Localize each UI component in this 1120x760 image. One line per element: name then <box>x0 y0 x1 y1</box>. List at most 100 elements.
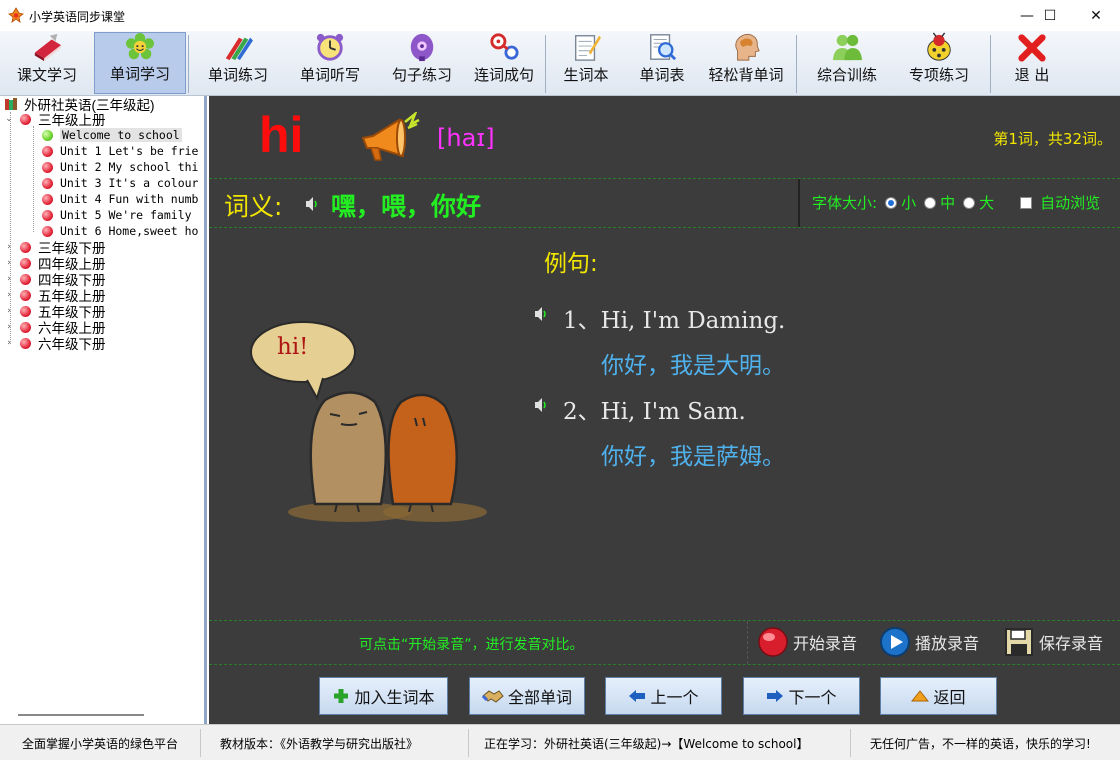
toolbar-label: 单词听写 <box>299 66 360 84</box>
save-recording-button[interactable]: 保存录音 <box>1003 626 1103 658</box>
toolbar-label: 单词学习 <box>109 65 170 83</box>
tree-unit-item[interactable]: Welcome to school <box>42 127 182 143</box>
meaning-text: 嘿，喂，你好 <box>331 192 482 221</box>
chevron-right-icon[interactable]: › <box>4 274 14 284</box>
current-word: hi <box>259 107 304 163</box>
word-illustration: hi! <box>245 314 505 534</box>
radio-small[interactable] <box>885 196 898 209</box>
tree-unit-item[interactable]: Unit 4 Fun with numb <box>42 191 198 207</box>
toolbar-comprehensive-training[interactable]: 综合训练 <box>802 32 892 94</box>
toolbar-special-practice[interactable]: 专项练习 <box>894 32 984 94</box>
chevron-down-icon[interactable]: ⌄ <box>4 114 14 124</box>
tree-unit-label: Unit 1 Let's be frie <box>60 144 199 158</box>
radio-small-label: 小 <box>901 194 917 212</box>
play-recording-button[interactable]: 播放录音 <box>879 626 979 658</box>
tree-unit-item[interactable]: Unit 2 My school thi <box>42 159 198 175</box>
tree-unit-item[interactable]: Unit 3 It's a colour <box>42 175 198 191</box>
people-icon <box>832 34 862 61</box>
radio-icon <box>410 33 434 62</box>
auto-browse-label: 自动浏览 <box>1040 194 1101 212</box>
grade-bullet-icon <box>20 257 31 269</box>
tree-unit-item[interactable]: Unit 5 We're family <box>42 207 192 223</box>
status-edition: 教材版本：《外语教学与研究出版社》 <box>220 737 419 751</box>
tree-guide-line <box>33 126 34 232</box>
flower-icon <box>126 33 154 60</box>
tree-unit-item[interactable]: Unit 1 Let's be frie <box>42 143 198 159</box>
tree-unit-label: Unit 2 My school thi <box>60 160 199 174</box>
toolbar-easy-memorize[interactable]: 轻松背单词 <box>702 32 790 94</box>
example-chinese: 你好，我是萨姆。 <box>601 444 785 470</box>
recording-hint: 可点击“开始录音”，进行发音对比。 <box>359 637 584 653</box>
window-title: 小学英语同步课堂 <box>29 10 126 24</box>
unit-bullet-icon <box>42 145 53 157</box>
tree-unit-label: Unit 4 Fun with numb <box>60 192 199 206</box>
tree-unit-label: Unit 3 It's a colour <box>60 176 199 190</box>
radio-large[interactable] <box>963 196 976 209</box>
arrow-left-icon <box>628 689 646 703</box>
speaker-icon[interactable] <box>534 397 548 413</box>
previous-button[interactable]: 上一个 <box>605 677 722 715</box>
save-recording-label: 保存录音 <box>1039 634 1104 653</box>
horizontal-scrollbar[interactable] <box>18 714 144 716</box>
divider <box>747 621 748 664</box>
all-words-button[interactable]: 全部单词 <box>469 677 585 715</box>
status-bar: 全面掌握小学英语的绿色平台 教材版本：《外语教学与研究出版社》 正在学习：外研社… <box>0 724 1120 760</box>
exit-x-icon <box>1018 34 1046 62</box>
speaker-icon[interactable] <box>305 196 319 212</box>
chevron-right-icon[interactable]: › <box>4 338 14 348</box>
all-words-label: 全部单词 <box>507 688 572 707</box>
close-button[interactable]: ✕ <box>1073 0 1119 31</box>
chevron-right-icon[interactable]: › <box>4 322 14 332</box>
radio-medium-label: 中 <box>940 194 956 212</box>
toolbar-word-list[interactable]: 单词表 <box>624 32 700 94</box>
status-ad: 无任何广告，不一样的英语，快乐的学习! <box>870 737 1091 751</box>
toolbar-word-dictation[interactable]: 单词听写 <box>288 32 372 94</box>
add-to-vocab-label: 加入生词本 <box>354 688 435 707</box>
toolbar-label: 连词成句 <box>473 66 534 84</box>
maximize-button[interactable]: ☐ <box>1027 0 1073 31</box>
tree-grade-label: 六年级下册 <box>38 337 106 352</box>
toolbar-label: 综合训练 <box>816 66 877 84</box>
chevron-right-icon[interactable]: › <box>4 258 14 268</box>
toolbar-lesson-study[interactable]: 课文学习 <box>2 32 92 94</box>
toolbar-sentence-practice[interactable]: 句子练习 <box>380 32 464 94</box>
tree-grade-item[interactable]: › 六年级下册 <box>4 335 106 352</box>
book-icon <box>34 33 62 62</box>
toolbar-words-to-sentence[interactable]: 连词成句 <box>462 32 546 94</box>
loudspeaker-icon[interactable] <box>359 112 421 168</box>
chevron-right-icon[interactable]: › <box>4 242 14 252</box>
ladybug-icon <box>927 32 951 61</box>
status-separator <box>468 729 469 757</box>
add-to-vocab-button[interactable]: 加入生词本 <box>319 677 448 715</box>
auto-browse-checkbox[interactable] <box>1020 196 1033 209</box>
toolbar-vocab-notebook[interactable]: 生词本 <box>548 32 624 94</box>
course-tree: 外研社英语(三年级起) ⌄ 三年级上册 Welcome to school Un… <box>0 96 207 724</box>
tree-grade-expanded[interactable]: ⌄ 三年级上册 <box>4 111 106 128</box>
start-recording-button[interactable]: 开始录音 <box>757 626 857 658</box>
toolbar-word-practice[interactable]: 单词练习 <box>196 32 280 94</box>
magnifier-icon <box>650 34 677 61</box>
return-button[interactable]: 返回 <box>880 677 997 715</box>
grade-bullet-icon <box>20 289 31 301</box>
example-english: 1、Hi, I'm Daming. <box>563 308 786 334</box>
unit-bullet-icon <box>42 177 53 189</box>
triangle-up-icon <box>911 690 930 702</box>
chevron-right-icon[interactable]: › <box>4 290 14 300</box>
return-label: 返回 <box>933 688 966 707</box>
title-bar: 小学英语同步课堂 — ☐ ✕ <box>0 0 1120 31</box>
tree-grade-label: 三年级上册 <box>38 113 106 128</box>
notepad-icon <box>574 35 601 61</box>
toolbar-exit[interactable]: 退 出 <box>996 32 1068 94</box>
speaker-icon[interactable] <box>534 306 548 322</box>
toolbar-word-study[interactable]: 单词学习 <box>94 32 186 94</box>
grade-bullet-icon <box>20 321 31 333</box>
unit-bullet-icon <box>42 161 53 173</box>
radio-large-label: 大 <box>979 194 995 212</box>
toolbar-label: 专项练习 <box>908 66 969 84</box>
chevron-right-icon[interactable]: › <box>4 306 14 316</box>
next-button[interactable]: 下一个 <box>743 677 860 715</box>
divider <box>798 179 800 227</box>
radio-medium[interactable] <box>924 196 937 209</box>
toolbar-separator <box>990 35 991 93</box>
close-icon: ✕ <box>1090 7 1102 24</box>
